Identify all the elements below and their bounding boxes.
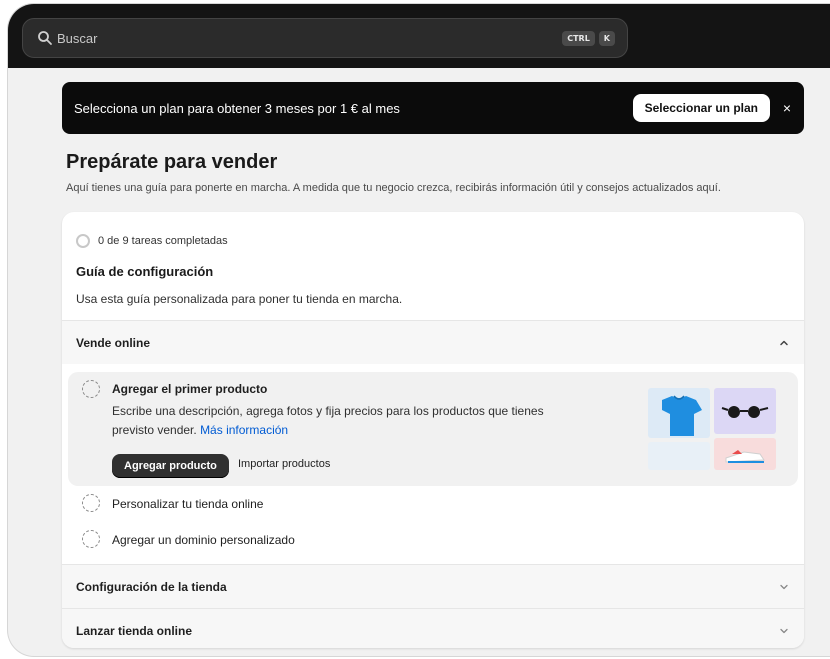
- task-description-text: Escribe una descripción, agrega fotos y …: [112, 404, 544, 437]
- chevron-down-icon[interactable]: [778, 625, 790, 637]
- banner-text: Selecciona un plan para obtener 3 meses …: [74, 100, 400, 116]
- task-title: Agregar un dominio personalizado: [112, 533, 295, 547]
- progress-indicator: 0 de 9 tareas completadas: [76, 234, 228, 248]
- search-input[interactable]: Buscar: [57, 31, 562, 46]
- section-vende-online[interactable]: Vende online: [62, 320, 804, 364]
- guide-description: Usa esta guía personalizada para poner t…: [76, 292, 403, 306]
- plan-banner: Selecciona un plan para obtener 3 meses …: [62, 82, 804, 134]
- section-label: Lanzar tienda online: [76, 623, 193, 638]
- chevron-up-icon[interactable]: [778, 337, 790, 349]
- shortcut-key-ctrl: CTRL: [562, 30, 595, 46]
- section-launch-store[interactable]: Lanzar tienda online: [62, 608, 804, 648]
- progress-text: 0 de 9 tareas completadas: [98, 235, 228, 247]
- task-status-icon[interactable]: [82, 494, 100, 512]
- task-add-first-product[interactable]: Agregar el primer producto Escribe una d…: [68, 372, 798, 486]
- close-icon[interactable]: ×: [770, 100, 804, 116]
- section-label: Configuración de la tienda: [76, 579, 227, 594]
- select-plan-button[interactable]: Seleccionar un plan: [632, 94, 770, 122]
- progress-circle-icon: [76, 234, 90, 248]
- task-description: Escribe una descripción, agrega fotos y …: [112, 402, 552, 440]
- shortcut-key-k: K: [598, 30, 615, 46]
- task-title: Personalizar tu tienda online: [112, 497, 264, 511]
- chevron-down-icon[interactable]: [778, 581, 790, 593]
- task-title: Agregar el primer producto: [112, 382, 268, 396]
- guide-title: Guía de configuración: [76, 264, 214, 279]
- page-title: Prepárate para vender: [66, 151, 278, 173]
- section-label: Vende online: [76, 335, 151, 350]
- more-info-link[interactable]: Más información: [200, 423, 288, 437]
- search-icon: [38, 31, 52, 45]
- section-store-settings[interactable]: Configuración de la tienda: [62, 564, 804, 608]
- admin-window: Buscar CTRL K Selecciona un plan para ob…: [8, 4, 830, 656]
- task-status-icon[interactable]: [82, 380, 100, 398]
- top-bar: Buscar CTRL K: [8, 4, 830, 68]
- setup-guide-card: 0 de 9 tareas completadas Guía de config…: [62, 212, 804, 648]
- import-products-button[interactable]: Importar productos: [238, 458, 330, 470]
- products-illustration: [648, 388, 776, 470]
- task-status-icon[interactable]: [82, 530, 100, 548]
- page-subtitle: Aquí tienes una guía para ponerte en mar…: [66, 182, 721, 194]
- search-bar[interactable]: Buscar CTRL K: [22, 18, 628, 58]
- add-product-button[interactable]: Agregar producto: [112, 454, 229, 478]
